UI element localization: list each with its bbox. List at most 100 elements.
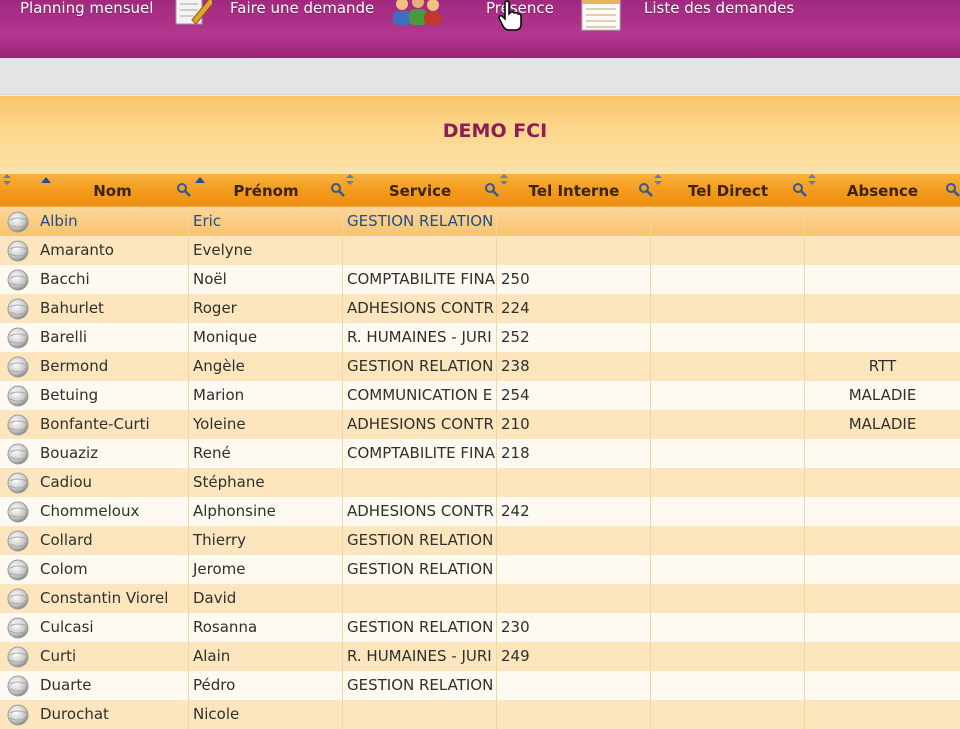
status-globe-icon [7, 501, 29, 523]
cell-tel-direct [651, 613, 805, 642]
column-header-service[interactable]: Service [343, 174, 499, 206]
cell-nom: Culcasi [36, 613, 189, 642]
table-row[interactable]: Colom Jerome GESTION RELATION [0, 555, 960, 584]
column-header-tel-interne[interactable]: Tel Interne [497, 174, 653, 206]
cell-nom: Amaranto [36, 236, 189, 265]
status-globe-icon [7, 298, 29, 320]
table-row[interactable]: Amaranto Evelyne [0, 236, 960, 265]
status-globe-icon [7, 530, 29, 552]
table-row[interactable]: Bouaziz René COMPTABILITE FINA 218 [0, 439, 960, 468]
table-row[interactable]: Cadiou Stéphane [0, 468, 960, 497]
cell-prenom: Jerome [189, 555, 343, 584]
cell-tel-direct [651, 352, 805, 381]
table-row[interactable]: Barelli Monique R. HUMAINES - JURI 252 [0, 323, 960, 352]
cell-nom: Cadiou [36, 468, 189, 497]
cell-prenom: Marion [189, 381, 343, 410]
column-tel-direct-label: Tel Direct [687, 182, 768, 200]
form-pen-icon [175, 0, 212, 25]
row-icon-cell [0, 700, 36, 729]
cell-tel-interne [497, 555, 651, 584]
nav-presence[interactable]: Présence [388, 0, 554, 30]
row-icon-cell [0, 497, 36, 526]
cell-absence [805, 555, 960, 584]
cell-service: GESTION RELATION [343, 613, 497, 642]
cell-tel-direct [651, 265, 805, 294]
cell-service: ADHESIONS CONTR [343, 410, 497, 439]
row-icon-cell [0, 642, 36, 671]
table-row[interactable]: Betuing Marion COMMUNICATION E 254 MALADIE [0, 381, 960, 410]
cell-nom: Bermond [36, 352, 189, 381]
nav-liste-des-demandes[interactable]: Liste des demandes [580, 0, 795, 31]
cell-tel-interne: 224 [497, 294, 651, 323]
cell-tel-direct [651, 671, 805, 700]
column-tel-interne-label: Tel Interne [528, 182, 620, 200]
cell-tel-direct [651, 584, 805, 613]
cell-tel-interne [497, 236, 651, 265]
table-row[interactable]: Durochat Nicole [0, 700, 960, 729]
cell-service [343, 468, 497, 497]
table-row[interactable]: Chommeloux Alphonsine ADHESIONS CONTR 242 [0, 497, 960, 526]
nav-faire-une-demande[interactable]: Faire une demande [170, 0, 374, 30]
cell-service [343, 584, 497, 613]
column-header-prenom[interactable]: Prénom [189, 174, 345, 206]
cell-absence [805, 294, 960, 323]
table-row[interactable]: Bonfante-Curti Yoleine ADHESIONS CONTR 210 M… [0, 410, 960, 439]
table-row[interactable]: Bermond Angèle GESTION RELATION 238 RTT [0, 352, 960, 381]
table-row[interactable]: Curti Alain R. HUMAINES - JURI 249 [0, 642, 960, 671]
cell-tel-interne: 210 [497, 410, 651, 439]
nav-liste-des-demandes-label: Liste des demandes [644, 0, 795, 17]
column-header-tel-direct[interactable]: Tel Direct [651, 174, 807, 206]
cell-nom: Bahurlet [36, 294, 189, 323]
cell-tel-interne [497, 468, 651, 497]
cell-nom: Duarte [36, 671, 189, 700]
column-header-nom[interactable]: Nom [0, 174, 191, 206]
cell-service: GESTION RELATION [343, 352, 497, 381]
cell-absence [805, 207, 960, 236]
cell-absence [805, 236, 960, 265]
cell-tel-interne: 254 [497, 381, 651, 410]
cell-tel-interne [497, 584, 651, 613]
column-nom-label: Nom [93, 182, 132, 200]
status-globe-icon [7, 588, 29, 610]
row-icon-cell [0, 671, 36, 700]
cell-tel-direct [651, 236, 805, 265]
table-row[interactable]: Constantin Viorel David [0, 584, 960, 613]
table-row[interactable]: Collard Thierry GESTION RELATION [0, 526, 960, 555]
title-banner: DEMO FCI [0, 96, 960, 174]
search-icon[interactable] [945, 182, 960, 197]
status-globe-icon [7, 559, 29, 581]
sort-arrows-icon[interactable] [3, 174, 11, 186]
cell-nom: Albin [36, 207, 189, 236]
cell-tel-direct [651, 439, 805, 468]
table-row[interactable]: Culcasi Rosanna GESTION RELATION 230 [0, 613, 960, 642]
cell-prenom: René [189, 439, 343, 468]
status-globe-icon [7, 240, 29, 262]
cell-tel-interne [497, 671, 651, 700]
cell-nom: Constantin Viorel [36, 584, 189, 613]
status-globe-icon [7, 414, 29, 436]
table-row[interactable]: Bahurlet Roger ADHESIONS CONTR 224 [0, 294, 960, 323]
cell-prenom: Thierry [189, 526, 343, 555]
status-globe-icon [7, 675, 29, 697]
cell-tel-direct [651, 555, 805, 584]
cell-absence [805, 613, 960, 642]
cell-nom: Barelli [36, 323, 189, 352]
row-icon-cell [0, 207, 36, 236]
table-row[interactable]: Bacchi Noël COMPTABILITE FINA 250 [0, 265, 960, 294]
row-icon-cell [0, 381, 36, 410]
cell-absence [805, 700, 960, 729]
table-row[interactable]: Duarte Pédro GESTION RELATION [0, 671, 960, 700]
column-header-absence[interactable]: Absence [805, 174, 960, 206]
cell-absence [805, 265, 960, 294]
cell-tel-interne: 249 [497, 642, 651, 671]
table-row[interactable]: Albin Eric GESTION RELATION [0, 206, 960, 237]
cell-prenom: Eric [189, 207, 343, 236]
column-service-label: Service [388, 182, 452, 200]
status-globe-icon [7, 385, 29, 407]
column-prenom-label: Prénom [233, 182, 299, 200]
cell-tel-interne: 242 [497, 497, 651, 526]
cell-prenom: Roger [189, 294, 343, 323]
nav-planning-mensuel[interactable]: Planning mensuel [0, 0, 153, 30]
cell-prenom: Noël [189, 265, 343, 294]
status-globe-icon [7, 269, 29, 291]
